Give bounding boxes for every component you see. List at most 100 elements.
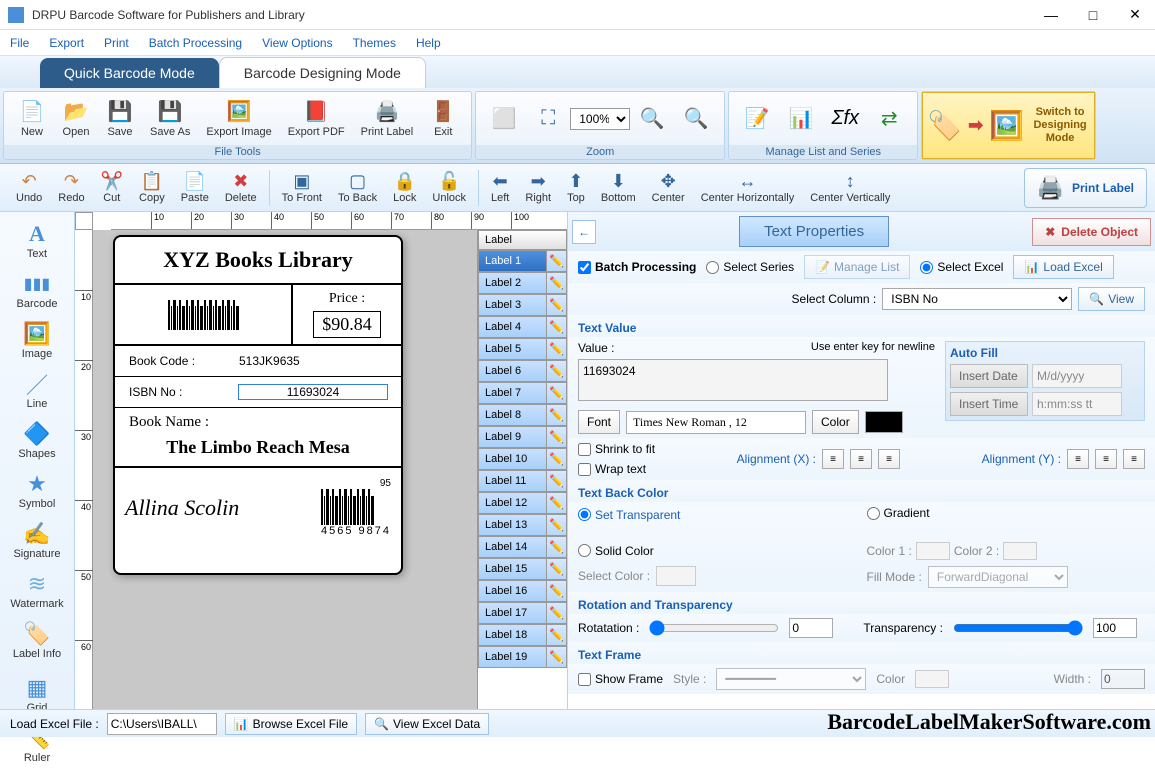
copy-button[interactable]: 📋Copy bbox=[131, 169, 173, 206]
canvas-viewport[interactable]: XYZ Books Library Price : $90.84 Book Co… bbox=[93, 230, 477, 709]
delete-object-button[interactable]: ✖Delete Object bbox=[1032, 218, 1151, 246]
label-title[interactable]: XYZ Books Library bbox=[115, 237, 401, 285]
redo-button[interactable]: ↷Redo bbox=[50, 169, 92, 206]
align-left-button[interactable]: ⬅Left bbox=[483, 169, 517, 206]
pencil-icon[interactable]: ✏️ bbox=[546, 515, 566, 535]
label-list-item[interactable]: Label 18✏️ bbox=[478, 624, 567, 646]
pencil-icon[interactable]: ✏️ bbox=[546, 537, 566, 557]
align-right-button[interactable]: ➡Right bbox=[517, 169, 559, 206]
rotation-slider[interactable] bbox=[649, 620, 779, 636]
label-list-item[interactable]: Label 13✏️ bbox=[478, 514, 567, 536]
label-list-item[interactable]: Label 3✏️ bbox=[478, 294, 567, 316]
value-textarea[interactable] bbox=[578, 359, 888, 401]
rotation-spinner[interactable] bbox=[789, 618, 833, 638]
batch-processing-check[interactable]: Batch Processing bbox=[578, 260, 696, 274]
exit-button[interactable]: 🚪Exit bbox=[421, 98, 465, 140]
font-button[interactable]: Font bbox=[578, 410, 620, 434]
unlock-button[interactable]: 🔓Unlock bbox=[424, 169, 474, 206]
pencil-icon[interactable]: ✏️ bbox=[546, 559, 566, 579]
book-code-value[interactable]: 513JK9635 bbox=[239, 354, 387, 368]
pencil-icon[interactable]: ✏️ bbox=[546, 581, 566, 601]
barcode-top[interactable] bbox=[115, 285, 291, 344]
label-list-item[interactable]: Label 12✏️ bbox=[478, 492, 567, 514]
align-x-left[interactable]: ≡ bbox=[822, 449, 844, 469]
signature[interactable]: Allina Scolin bbox=[125, 495, 321, 521]
to-back-button[interactable]: ▢To Back bbox=[330, 169, 385, 206]
label-list-item[interactable]: Label 16✏️ bbox=[478, 580, 567, 602]
browse-excel-button[interactable]: 📊Browse Excel File bbox=[225, 713, 357, 735]
zoom-in-button[interactable]: 🔍 bbox=[630, 105, 674, 133]
close-button[interactable]: ✕ bbox=[1123, 3, 1147, 27]
align-top-button[interactable]: ⬆Top bbox=[559, 169, 593, 206]
tool-line[interactable]: ／Line bbox=[0, 366, 74, 416]
tab-quick-barcode[interactable]: Quick Barcode Mode bbox=[40, 58, 219, 88]
tool-shapes[interactable]: 🔷Shapes bbox=[0, 416, 74, 466]
select-excel-radio[interactable]: Select Excel bbox=[920, 260, 1003, 274]
pencil-icon[interactable]: ✏️ bbox=[546, 361, 566, 381]
pencil-icon[interactable]: ✏️ bbox=[546, 647, 566, 667]
menu-themes[interactable]: Themes bbox=[353, 36, 396, 50]
pencil-icon[interactable]: ✏️ bbox=[546, 471, 566, 491]
label-list-item[interactable]: Label 6✏️ bbox=[478, 360, 567, 382]
export-pdf-button[interactable]: 📕Export PDF bbox=[280, 98, 353, 140]
save-button[interactable]: 💾Save bbox=[98, 98, 142, 140]
manage-fx-button[interactable]: Σfx bbox=[823, 105, 867, 133]
paste-button[interactable]: 📄Paste bbox=[173, 169, 217, 206]
menu-print[interactable]: Print bbox=[104, 36, 129, 50]
menu-batch[interactable]: Batch Processing bbox=[149, 36, 242, 50]
manage-edit-button[interactable]: 📝 bbox=[735, 105, 779, 133]
switch-mode-button[interactable]: 🏷️ ➡ 🖼️ Switch to Designing Mode bbox=[922, 92, 1095, 159]
transparent-radio[interactable]: Set Transparent bbox=[578, 508, 857, 522]
lock-button[interactable]: 🔒Lock bbox=[385, 169, 424, 206]
tool-watermark[interactable]: ≋Watermark bbox=[0, 566, 74, 616]
menu-view[interactable]: View Options bbox=[262, 36, 332, 50]
label-list-item[interactable]: Label 2✏️ bbox=[478, 272, 567, 294]
open-button[interactable]: 📂Open bbox=[54, 98, 98, 140]
view-button[interactable]: 🔍View bbox=[1078, 287, 1145, 311]
label-list-item[interactable]: Label 10✏️ bbox=[478, 448, 567, 470]
price-value[interactable]: $90.84 bbox=[313, 311, 381, 338]
tool-symbol[interactable]: ★Symbol bbox=[0, 466, 74, 516]
view-excel-button[interactable]: 🔍View Excel Data bbox=[365, 713, 489, 735]
tool-label-info[interactable]: 🏷️Label Info bbox=[0, 616, 74, 666]
color-button[interactable]: Color bbox=[812, 410, 859, 434]
gradient-radio[interactable]: Gradient bbox=[867, 506, 1146, 520]
label-list-item[interactable]: Label 5✏️ bbox=[478, 338, 567, 360]
manage-refresh-button[interactable]: ⇄ bbox=[867, 105, 911, 133]
export-image-button[interactable]: 🖼️Export Image bbox=[198, 98, 279, 140]
save-as-button[interactable]: 💾Save As bbox=[142, 98, 198, 140]
insert-time-button[interactable]: Insert Time bbox=[950, 392, 1028, 416]
show-frame-check[interactable]: Show Frame bbox=[578, 672, 663, 686]
tool-signature[interactable]: ✍️Signature bbox=[0, 516, 74, 566]
maximize-button[interactable]: □ bbox=[1081, 3, 1105, 27]
label-list-item[interactable]: Label 1✏️ bbox=[478, 250, 567, 272]
load-excel-button[interactable]: 📊Load Excel bbox=[1013, 255, 1113, 279]
pencil-icon[interactable]: ✏️ bbox=[546, 339, 566, 359]
back-button[interactable]: ← bbox=[572, 220, 596, 244]
pencil-icon[interactable]: ✏️ bbox=[546, 383, 566, 403]
align-y-top[interactable]: ≡ bbox=[1067, 449, 1089, 469]
center-h-button[interactable]: ↔Center Horizontally bbox=[693, 169, 803, 206]
shrink-check[interactable]: Shrink to fit bbox=[578, 442, 655, 456]
print-label-big-button[interactable]: 🖨️Print Label bbox=[1024, 168, 1147, 208]
label-list-item[interactable]: Label 15✏️ bbox=[478, 558, 567, 580]
tool-text[interactable]: AText bbox=[0, 216, 74, 266]
menu-export[interactable]: Export bbox=[49, 36, 84, 50]
menu-help[interactable]: Help bbox=[416, 36, 441, 50]
pencil-icon[interactable]: ✏️ bbox=[546, 251, 566, 271]
excel-path-input[interactable] bbox=[107, 713, 217, 735]
pencil-icon[interactable]: ✏️ bbox=[546, 603, 566, 623]
tab-designing[interactable]: Barcode Designing Mode bbox=[219, 57, 426, 88]
book-name-value[interactable]: The Limbo Reach Mesa bbox=[115, 437, 401, 468]
delete-button[interactable]: ✖Delete bbox=[217, 169, 265, 206]
barcode-bottom[interactable]: 95 4565 9874 bbox=[321, 478, 391, 537]
zoom-out-button[interactable]: 🔍 bbox=[674, 105, 718, 133]
label-list-item[interactable]: Label 19✏️ bbox=[478, 646, 567, 668]
label-list-item[interactable]: Label 17✏️ bbox=[478, 602, 567, 624]
zoom-select[interactable]: 100% bbox=[570, 108, 630, 130]
label-list-item[interactable]: Label 9✏️ bbox=[478, 426, 567, 448]
align-bottom-button[interactable]: ⬇Bottom bbox=[593, 169, 644, 206]
align-x-center[interactable]: ≡ bbox=[850, 449, 872, 469]
cut-button[interactable]: ✂️Cut bbox=[93, 169, 131, 206]
tool-barcode[interactable]: ▮▮▮Barcode bbox=[0, 266, 74, 316]
